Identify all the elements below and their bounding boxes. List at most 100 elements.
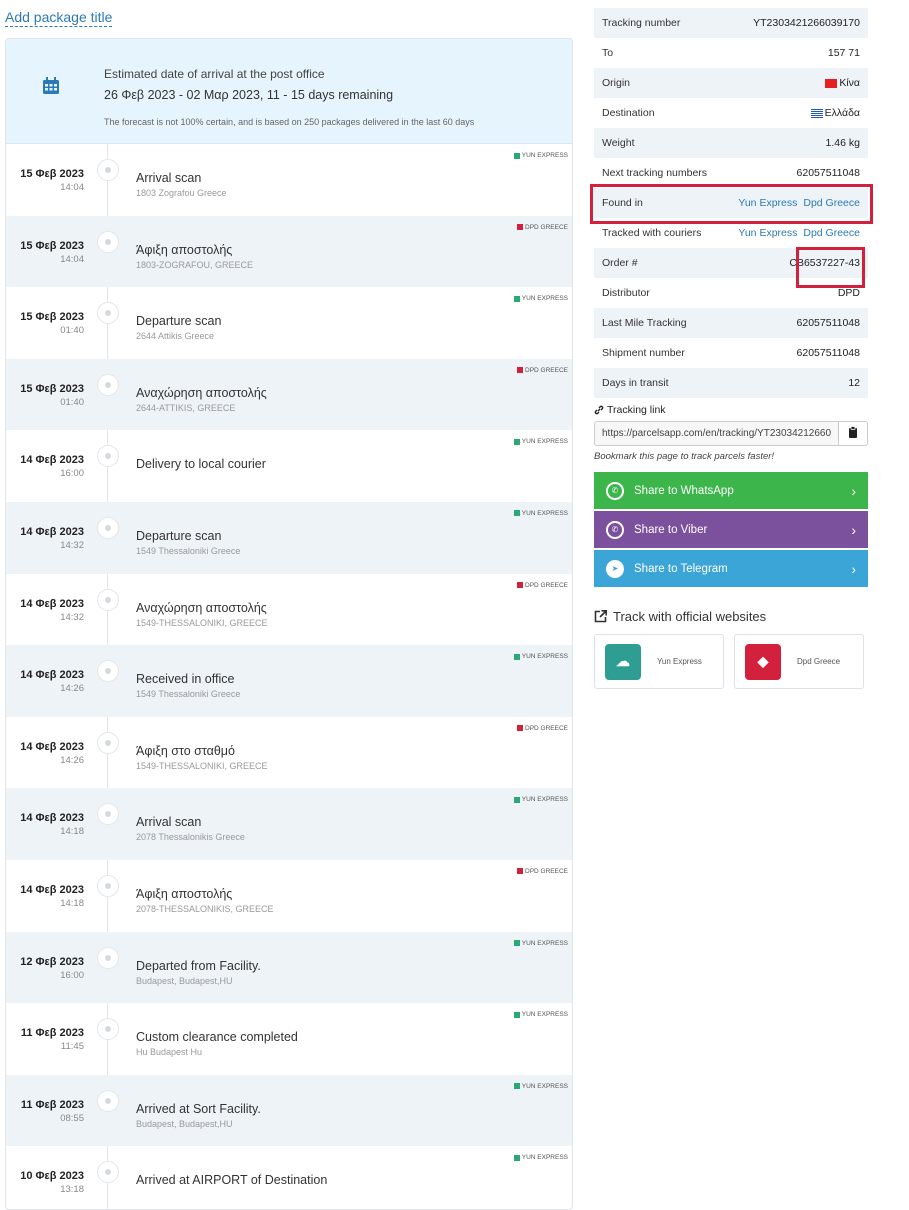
event-date: 14 Φεβ 2023 [20, 812, 84, 825]
found-yun-express-link[interactable]: Yun Express [738, 197, 797, 209]
copy-link-button[interactable] [839, 421, 868, 446]
courier-badge-label: DPD GREECE [525, 867, 568, 875]
event-time: 14:04 [60, 182, 84, 193]
add-package-title-link[interactable]: Add package title [5, 9, 113, 27]
yun-express-card[interactable]: ☁ Yun Express [594, 634, 724, 689]
event-title: Departed from Facility. [136, 958, 261, 973]
row-label: Next tracking numbers [602, 167, 708, 179]
event-time: 08:55 [60, 1112, 84, 1124]
tracking-number-row: Tracking number YT2303421266039170 [594, 8, 868, 38]
courier-yun-express-link[interactable]: Yun Express [738, 227, 797, 239]
weight-row: Weight 1.46 kg [594, 128, 868, 158]
courier-badge: DPD GREECE [517, 582, 568, 589]
whatsapp-icon: ✆ [606, 481, 624, 500]
tracking-link-field [594, 421, 868, 446]
viber-icon: ✆ [606, 520, 624, 539]
row-label: Origin [602, 77, 631, 89]
event-location: Hu Budapest Hu [136, 1047, 203, 1058]
chevron-right-icon: › [851, 560, 856, 577]
courier-badge-label: YUN EXPRESS [521, 1154, 568, 1162]
row-label: Tracking number [602, 17, 681, 29]
row-label: To [602, 47, 614, 59]
to-row: To 157 71 [594, 38, 868, 68]
courier-badge-label: YUN EXPRESS [521, 1082, 568, 1090]
timeline-dot-icon [97, 373, 119, 396]
event-date: 12 Φεβ 2023 [20, 955, 84, 968]
courier-badge: DPD GREECE [517, 725, 568, 732]
official-cards: ☁ Yun Express ◆ Dpd Greece [594, 634, 868, 689]
calendar-icon [43, 77, 59, 94]
courier-badge: YUN EXPRESS [513, 438, 568, 445]
event-time: 01:40 [60, 396, 84, 408]
tracking-event-row: 10 Φεβ 2023 13:18 Arrived at AIRPORT of De… [6, 1146, 572, 1209]
to-value: 157 71 [827, 47, 860, 59]
event-location: 1549 Thessaloniki Greece [136, 545, 241, 556]
tracking-event-row: 14 Φεβ 2023 14:26 Άφιξη στο σταθμό 1549-THE… [6, 717, 572, 789]
event-title: Arrived at Sort Facility. [136, 1101, 261, 1116]
share-label: Share to Viber [634, 523, 708, 536]
event-date: 11 Φεβ 2023 [20, 1098, 84, 1111]
row-label: Last Mile Tracking [602, 317, 687, 329]
eta-range: 26 Φεβ 2023 - 02 Μαρ 2023, 11 - 15 days … [104, 88, 394, 102]
eta-label: Estimated date of arrival at the post of… [104, 67, 325, 81]
dpd-greece-card[interactable]: ◆ Dpd Greece [734, 634, 864, 689]
timeline-dot-icon [97, 445, 119, 468]
event-date: 14 Φεβ 2023 [20, 525, 84, 538]
tracking-event-row: 15 Φεβ 2023 01:40 Αναχώρηση αποστολής 2644-… [6, 358, 572, 431]
courier-dpd-greece-link[interactable]: Dpd Greece [803, 227, 860, 239]
event-title: Delivery to local courier [136, 457, 266, 472]
event-location: 1549-THESSALONIKI, GREECE [136, 760, 268, 771]
courier-badge-icon [517, 367, 524, 374]
courier-badge: YUN EXPRESS [513, 152, 568, 159]
distributor-value: DPD [837, 287, 860, 299]
timeline-dot-icon [97, 874, 119, 897]
event-date: 10 Φεβ 2023 [20, 1170, 84, 1183]
telegram-icon: ➤ [606, 559, 624, 578]
share-viber-button[interactable]: ✆ Share to Viber › [594, 511, 868, 548]
event-title: Arrival scan [136, 171, 202, 185]
courier-badge-icon [513, 1154, 520, 1161]
next-tracking-row: Next tracking numbers 62057511048 [594, 158, 868, 188]
courier-badge: DPD GREECE [517, 224, 568, 231]
tracking-event-row: 11 Φεβ 2023 08:55 Arrived at Sort Facility… [6, 1074, 572, 1147]
tracking-link-input[interactable] [594, 421, 839, 446]
event-time: 14:18 [60, 897, 84, 909]
courier-badge-label: YUN EXPRESS [521, 939, 568, 947]
tracking-event-row: 14 Φεβ 2023 14:32 Departure scan 1549 Thess… [6, 501, 572, 574]
row-label: Found in [602, 197, 643, 209]
courier-badge: YUN EXPRESS [513, 1154, 568, 1162]
last-mile-row: Last Mile Tracking 62057511048 [594, 308, 868, 338]
row-label: Days in transit [602, 377, 669, 389]
timeline-dot-icon [97, 660, 119, 683]
tracking-events-panel: Estimated date of arrival at the post of… [5, 38, 573, 1210]
event-date: 14 Φεβ 2023 [20, 597, 84, 610]
event-date: 14 Φεβ 2023 [20, 669, 84, 682]
event-date: 11 Φεβ 2023 [20, 1027, 84, 1040]
timeline-dot-icon [97, 588, 119, 611]
courier-badge-label: YUN EXPRESS [521, 509, 568, 517]
courier-badge-label: DPD GREECE [525, 223, 568, 231]
courier-badge: YUN EXPRESS [513, 509, 568, 517]
chevron-right-icon: › [851, 521, 856, 538]
event-time: 14:18 [60, 826, 84, 838]
distributor-row: Distributor DPD [594, 278, 868, 308]
event-location: 2078-THESSALONIKIS, GREECE [136, 903, 274, 914]
event-title: Custom clearance completed [136, 1030, 298, 1045]
courier-badge-icon [513, 1083, 520, 1090]
found-dpd-greece-link[interactable]: Dpd Greece [803, 197, 860, 209]
event-time: 16:00 [60, 468, 84, 480]
share-whatsapp-button[interactable]: ✆ Share to WhatsApp › [594, 472, 868, 509]
event-title: Departure scan [136, 314, 222, 329]
event-title: Arrived at AIRPORT of Destination [136, 1173, 328, 1188]
events-list: 15 Φεβ 2023 14:04 Arrival scan 1803 Zografo… [6, 144, 572, 1209]
order-value: CB6537227-43 [789, 257, 860, 269]
share-telegram-button[interactable]: ➤ Share to Telegram › [594, 550, 868, 587]
shipment-value: 62057511048 [796, 347, 860, 359]
courier-badge-label: YUN EXPRESS [521, 653, 568, 661]
next-tracking-value: 62057511048 [796, 167, 860, 179]
event-location: 1803 Zografou Greece [136, 188, 227, 198]
bookmark-hint: Bookmark this page to track parcels fast… [594, 451, 775, 462]
destination-value: Ελλάδα [810, 107, 860, 119]
destination-row: Destination Ελλάδα [594, 98, 868, 128]
event-time: 14:32 [60, 539, 84, 551]
